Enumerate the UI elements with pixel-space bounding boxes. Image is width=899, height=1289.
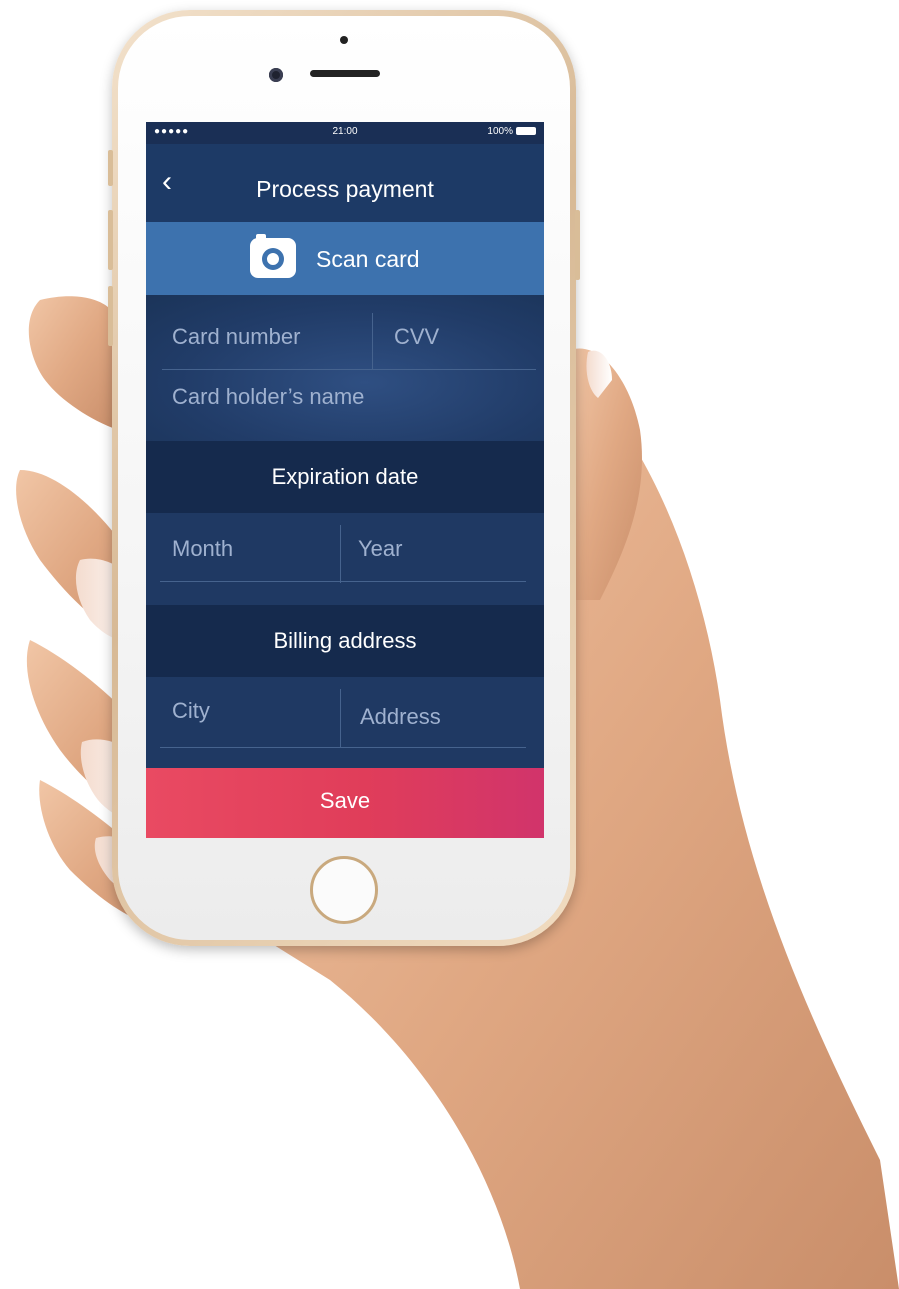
home-button[interactable] <box>310 856 378 924</box>
camera-icon <box>250 234 296 278</box>
field-divider <box>340 525 341 583</box>
expiration-fields <box>146 513 544 605</box>
year-input[interactable] <box>356 535 510 563</box>
battery-percent: 100% <box>487 126 513 137</box>
power-button <box>575 210 580 280</box>
field-divider <box>372 313 373 369</box>
billing-address-heading: Billing address <box>146 605 544 677</box>
field-underline <box>162 369 536 370</box>
card-details-section <box>146 295 544 441</box>
proximity-sensor <box>340 36 348 44</box>
phone-device: ●●●●● 21:00 100% ‹ Process payment Scan … <box>108 10 580 946</box>
scan-card-button[interactable]: Scan card <box>146 222 544 295</box>
volume-down-button <box>108 286 113 346</box>
camera-icon-lens <box>262 248 284 270</box>
battery-icon <box>516 127 536 135</box>
mute-switch <box>108 150 113 186</box>
earpiece-speaker <box>310 70 380 77</box>
scan-card-label: Scan card <box>316 246 420 272</box>
app-screen: ●●●●● 21:00 100% ‹ Process payment Scan … <box>146 122 544 838</box>
navigation-bar: ‹ Process payment <box>146 144 544 222</box>
field-underline <box>160 747 526 748</box>
card-number-input[interactable] <box>170 323 364 351</box>
field-divider <box>340 689 341 747</box>
city-input[interactable] <box>170 697 324 725</box>
billing-fields <box>146 677 544 768</box>
expiration-date-heading: Expiration date <box>146 441 544 513</box>
camera-icon-bump <box>256 234 266 240</box>
address-input[interactable] <box>358 703 512 731</box>
page-title: Process payment <box>256 176 434 202</box>
status-time: 21:00 <box>332 126 358 137</box>
card-holder-name-input[interactable] <box>170 383 514 411</box>
field-underline <box>160 581 526 582</box>
battery-indicator: 100% <box>487 126 536 137</box>
save-button[interactable]: Save <box>146 768 544 838</box>
front-camera <box>269 68 283 82</box>
cvv-input[interactable] <box>392 323 516 351</box>
month-input[interactable] <box>170 535 324 563</box>
volume-up-button <box>108 210 113 270</box>
status-bar: ●●●●● 21:00 100% <box>146 122 544 144</box>
